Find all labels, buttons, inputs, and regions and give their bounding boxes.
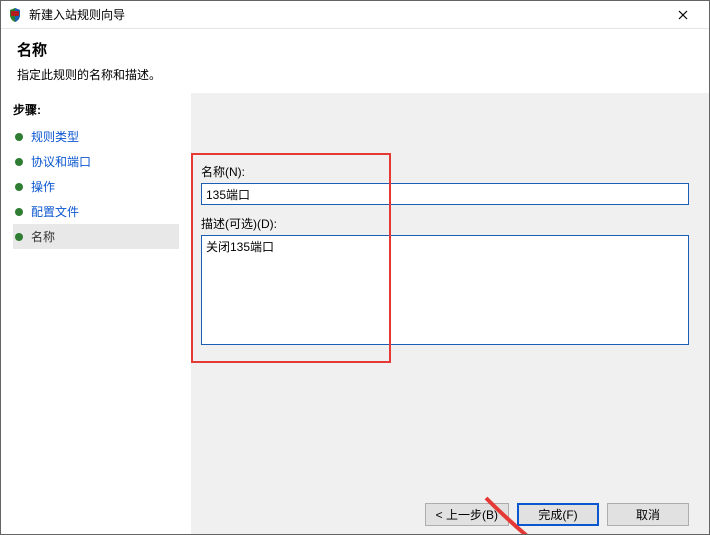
close-button[interactable]: [663, 2, 703, 28]
cancel-button[interactable]: 取消: [607, 503, 689, 526]
page-title: 名称: [17, 39, 693, 60]
titlebar: 新建入站规则向导: [1, 1, 709, 29]
steps-label: 步骤:: [13, 101, 179, 118]
bullet-icon: [15, 208, 23, 216]
wizard-header: 名称 指定此规则的名称和描述。: [1, 29, 709, 93]
close-icon: [678, 10, 688, 20]
app-icon: [7, 7, 23, 23]
steps-sidebar: 步骤: 规则类型 协议和端口 操作 配置文件: [1, 93, 191, 535]
name-label: 名称(N):: [201, 163, 689, 180]
sidebar-item-label: 协议和端口: [31, 153, 91, 170]
sidebar-item-action[interactable]: 操作: [13, 174, 179, 199]
bullet-icon: [15, 158, 23, 166]
sidebar-item-label: 配置文件: [31, 203, 79, 220]
sidebar-item-profile[interactable]: 配置文件: [13, 199, 179, 224]
sidebar-item-label: 操作: [31, 178, 55, 195]
sidebar-item-label: 规则类型: [31, 128, 79, 145]
bullet-icon: [15, 233, 23, 241]
name-input[interactable]: [201, 183, 689, 205]
bullet-icon: [15, 133, 23, 141]
finish-button[interactable]: 完成(F): [517, 503, 599, 526]
back-button[interactable]: < 上一步(B): [425, 503, 509, 526]
button-row: < 上一步(B) 完成(F) 取消: [425, 503, 689, 526]
bullet-icon: [15, 183, 23, 191]
description-label: 描述(可选)(D):: [201, 215, 689, 232]
window-title: 新建入站规则向导: [29, 6, 663, 23]
content-pane: 名称(N): 描述(可选)(D): < 上一步(B) 完成(F): [191, 93, 709, 535]
description-textarea[interactable]: [201, 235, 689, 345]
sidebar-item-rule-type[interactable]: 规则类型: [13, 124, 179, 149]
wizard-body: 步骤: 规则类型 协议和端口 操作 配置文件: [1, 93, 709, 535]
sidebar-item-name[interactable]: 名称: [13, 224, 179, 249]
page-subtitle: 指定此规则的名称和描述。: [17, 66, 693, 83]
wizard-window: 新建入站规则向导 名称 指定此规则的名称和描述。 步骤: 规则类型 协议和端口: [0, 0, 710, 535]
form-area: 名称(N): 描述(可选)(D):: [201, 163, 689, 358]
sidebar-item-label: 名称: [31, 228, 55, 245]
sidebar-item-protocol-ports[interactable]: 协议和端口: [13, 149, 179, 174]
